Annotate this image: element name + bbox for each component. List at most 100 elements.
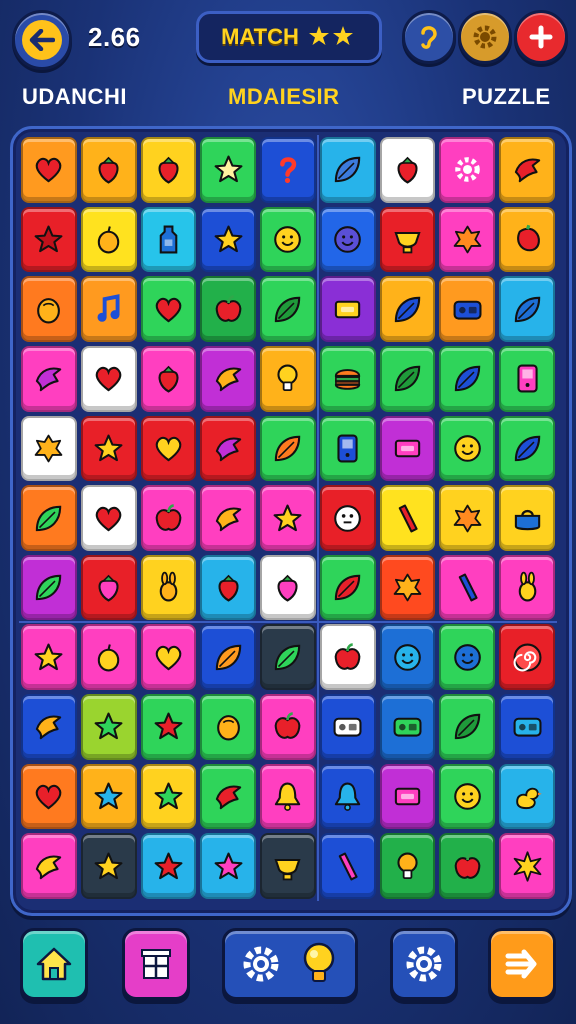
tile[interactable] — [140, 833, 197, 899]
tile[interactable] — [21, 276, 77, 342]
home-button[interactable] — [20, 928, 88, 1000]
tile[interactable] — [80, 763, 137, 830]
tile[interactable] — [439, 137, 496, 203]
tile[interactable] — [379, 206, 436, 273]
tile[interactable] — [379, 345, 436, 412]
shop-button[interactable] — [122, 928, 190, 1000]
tile[interactable] — [80, 485, 137, 551]
tile[interactable] — [499, 763, 555, 830]
tile[interactable] — [21, 554, 77, 621]
tile[interactable] — [80, 206, 137, 273]
back-button[interactable] — [12, 10, 72, 70]
tile[interactable] — [319, 137, 376, 203]
tile[interactable] — [260, 137, 316, 203]
tile[interactable] — [379, 276, 436, 342]
tile[interactable] — [379, 415, 436, 482]
tile[interactable] — [379, 554, 436, 621]
tile[interactable] — [379, 833, 436, 899]
tile[interactable] — [21, 485, 77, 551]
tile[interactable] — [499, 554, 555, 621]
tile[interactable] — [80, 694, 137, 760]
tile[interactable] — [319, 763, 376, 830]
tile[interactable] — [140, 415, 197, 482]
tile[interactable] — [200, 833, 257, 899]
tile[interactable] — [439, 624, 496, 691]
tile[interactable] — [319, 276, 376, 342]
tile[interactable] — [260, 276, 316, 342]
tile[interactable] — [200, 345, 257, 412]
tile[interactable] — [319, 694, 376, 760]
tile[interactable] — [140, 276, 197, 342]
tile[interactable] — [260, 833, 316, 899]
settings-top-button[interactable] — [458, 10, 512, 64]
tile[interactable] — [200, 276, 257, 342]
tile[interactable] — [379, 694, 436, 760]
tile[interactable] — [21, 833, 77, 899]
tile[interactable] — [319, 833, 376, 899]
tile[interactable] — [80, 554, 137, 621]
tile[interactable] — [439, 694, 496, 760]
tile[interactable] — [80, 624, 137, 691]
tile[interactable] — [200, 485, 257, 551]
tile[interactable] — [379, 763, 436, 830]
tile[interactable] — [439, 554, 496, 621]
tile[interactable] — [200, 415, 257, 482]
tile[interactable] — [499, 833, 555, 899]
tile[interactable] — [200, 694, 257, 760]
tile[interactable] — [499, 276, 555, 342]
tile[interactable] — [499, 345, 555, 412]
tile[interactable] — [439, 485, 496, 551]
tile[interactable] — [140, 345, 197, 412]
tile[interactable] — [200, 624, 257, 691]
tile[interactable] — [379, 485, 436, 551]
tile[interactable] — [379, 137, 436, 203]
tile[interactable] — [80, 276, 137, 342]
sound-button[interactable] — [402, 10, 456, 64]
tile[interactable] — [140, 485, 197, 551]
tile[interactable] — [140, 694, 197, 760]
tools-button[interactable] — [222, 928, 358, 1000]
tile[interactable] — [80, 345, 137, 412]
tile[interactable] — [319, 624, 376, 691]
tile[interactable] — [260, 345, 316, 412]
tile[interactable] — [499, 137, 555, 203]
tile[interactable] — [379, 624, 436, 691]
tile[interactable] — [21, 206, 77, 273]
tile[interactable] — [200, 206, 257, 273]
tile[interactable] — [21, 345, 77, 412]
tile[interactable] — [80, 137, 137, 203]
tile[interactable] — [200, 137, 257, 203]
tile[interactable] — [21, 763, 77, 830]
tile[interactable] — [319, 206, 376, 273]
tile[interactable] — [439, 415, 496, 482]
tile[interactable] — [260, 485, 316, 551]
tile[interactable] — [260, 206, 316, 273]
tile[interactable] — [140, 206, 197, 273]
tile[interactable] — [439, 763, 496, 830]
tile[interactable] — [21, 415, 77, 482]
tile[interactable] — [260, 415, 316, 482]
tile[interactable] — [439, 345, 496, 412]
tile[interactable] — [21, 624, 77, 691]
tile[interactable] — [499, 624, 555, 691]
tile[interactable] — [140, 624, 197, 691]
tile[interactable] — [499, 694, 555, 760]
tile[interactable] — [319, 345, 376, 412]
tile[interactable] — [439, 833, 496, 899]
tile[interactable] — [499, 485, 555, 551]
tile[interactable] — [21, 137, 77, 203]
tile[interactable] — [260, 554, 316, 621]
tile[interactable] — [319, 415, 376, 482]
tile[interactable] — [140, 137, 197, 203]
settings-button[interactable] — [390, 928, 458, 1000]
add-button[interactable] — [514, 10, 568, 64]
match-badge[interactable]: MATCH — [196, 11, 382, 63]
tile[interactable] — [140, 763, 197, 830]
tile[interactable] — [21, 694, 77, 760]
tile[interactable] — [80, 833, 137, 899]
tile[interactable] — [319, 554, 376, 621]
tile[interactable] — [499, 415, 555, 482]
tile[interactable] — [260, 763, 316, 830]
tile[interactable] — [319, 485, 376, 551]
tile[interactable] — [260, 694, 316, 760]
